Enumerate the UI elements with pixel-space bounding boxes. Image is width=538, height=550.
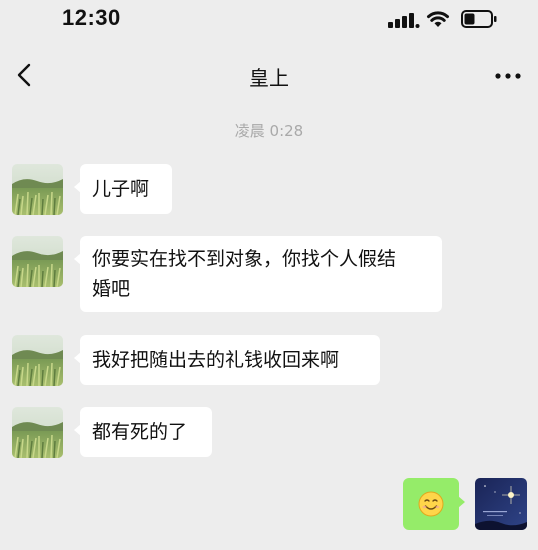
message-text-line: 你要实在找不到对象，你找个人假结 [92,248,397,270]
my-avatar[interactable] [475,478,527,530]
message-bubble[interactable]: 你要实在找不到对象，你找个人假结 婚吧 [74,236,442,312]
field-avatar-image [12,407,63,458]
message-text: 都有死的了 [92,421,188,443]
contact-avatar[interactable] [12,407,63,458]
message-text: 儿子啊 [92,178,150,200]
field-avatar-image [12,164,63,215]
contact-avatar[interactable] [12,164,63,215]
signal-bars-icon [388,13,420,28]
message-bubble[interactable]: 我好把随出去的礼钱收回来啊 [74,335,380,385]
more-dots-icon[interactable] [494,72,522,80]
chat-timestamp: 凌晨 0:28 [234,122,304,140]
message-bubble[interactable]: 儿子啊 [74,164,172,214]
night-sky-avatar-image [475,478,527,530]
message-text-line: 婚吧 [92,278,131,300]
contact-avatar[interactable] [12,335,63,386]
field-avatar-image [12,335,63,386]
status-bar: 12:30 [0,0,538,40]
my-message-bubble[interactable] [403,478,465,530]
status-time: 12:30 [62,5,121,30]
wifi-icon [427,11,449,27]
field-avatar-image [12,236,63,287]
message-text: 我好把随出去的礼钱收回来啊 [92,349,340,371]
chat-title: 皇上 [249,66,289,90]
message-bubble[interactable]: 都有死的了 [74,407,212,457]
chat-header: 皇上 [0,50,538,100]
battery-icon [461,10,497,28]
smile-emoji-icon [418,491,444,517]
contact-avatar[interactable] [12,236,63,287]
